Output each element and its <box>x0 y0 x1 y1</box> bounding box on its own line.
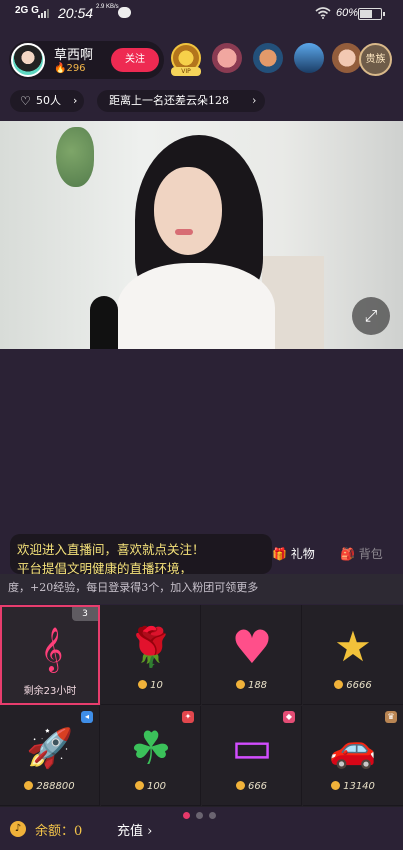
gift-price: 188 <box>202 680 301 691</box>
coin-icon: ♪ <box>10 821 26 837</box>
chevron-right-icon: › <box>73 94 78 107</box>
heart-icon: ♥ <box>231 620 273 674</box>
gift-price: 10 <box>101 680 200 691</box>
tab-bag[interactable]: 🎒 背包 <box>340 540 383 570</box>
gift-item[interactable]: 𝄞 3 剩余23小时 <box>0 605 100 705</box>
gift-price: 6666 <box>303 680 403 691</box>
battery-percent: 60% <box>336 7 359 19</box>
network-speed: 2.9 KB/s <box>96 4 119 10</box>
battery-icon <box>358 8 385 20</box>
microphone <box>90 296 118 349</box>
chevron-right-icon: › <box>252 94 257 107</box>
recharge-button[interactable]: 充值 › <box>117 820 152 839</box>
coin-icon <box>331 781 341 790</box>
host-name: 草西啊 <box>54 48 94 63</box>
special-badge-icon: ✦ <box>182 711 194 723</box>
coin-icon <box>134 781 144 790</box>
gift-item[interactable]: ◆ ▭ 666 <box>202 706 302 806</box>
wifi-icon <box>315 7 331 22</box>
vip-badge: VIP <box>171 67 201 76</box>
coin-icon <box>334 680 344 689</box>
tab-gift[interactable]: 🎁 礼物 <box>272 540 315 570</box>
host-card[interactable]: 草西啊 🔥296 关注 <box>9 41 164 79</box>
treble-clef-icon: 𝄞 <box>40 627 64 671</box>
gift-grid: 𝄞 3 剩余23小时 🌹 10 ♥ 188 ★ 6666 ◂ 🚀 288800 … <box>0 605 403 807</box>
rank-text: 距离上一名还差云朵128 <box>109 94 229 107</box>
super-star-icon: ★ <box>334 622 372 671</box>
chat-line: 平台提倡文明健康的直播环境， <box>17 561 193 574</box>
crown-badge-icon: ♛ <box>385 711 397 723</box>
diamond-badge-icon: ◆ <box>283 711 295 723</box>
flame-icon: 🔥 <box>54 63 67 74</box>
gift-icon: 🎁 <box>272 547 287 561</box>
status-bar: 2G G 20:54 2.9 KB/s 60% <box>0 0 403 28</box>
gift-item[interactable]: ★ 6666 <box>303 605 403 705</box>
host-avatar[interactable] <box>11 43 45 77</box>
follow-button[interactable]: 关注 <box>111 48 159 72</box>
streamer-lips <box>175 229 193 235</box>
live-video[interactable] <box>0 121 403 349</box>
rank-pill[interactable]: 距离上一名还差云朵128 › <box>97 90 265 112</box>
balance-bar: ♪ 余额：0 充值 › <box>0 808 403 850</box>
chat-message: 欢迎进入直播间，喜欢就点关注！ 平台提倡文明健康的直播环境， <box>10 534 272 574</box>
message-icon <box>118 7 131 18</box>
viewer-avatar[interactable] <box>253 43 283 73</box>
clover-icon: ☘ <box>130 721 172 775</box>
signal-icon <box>38 9 49 18</box>
viewer-avatar[interactable] <box>332 43 362 73</box>
gift-item[interactable]: ✦ ☘ 100 <box>101 706 201 806</box>
bag-icon: 🎒 <box>340 547 355 561</box>
likes-pill[interactable]: ♡ 50人 › <box>10 90 84 112</box>
coin-icon <box>24 781 34 790</box>
rose-icon: 🌹 <box>127 625 175 669</box>
coin-icon <box>138 680 148 689</box>
gift-notice: 度，+20经验，每日登录得3个，加入粉团可领更多 <box>0 574 403 604</box>
likes-count: 50人 <box>36 94 61 107</box>
gift-item[interactable]: ♛ 🚗 13140 <box>303 706 403 806</box>
gift-tabs: 🎁 礼物 🎒 背包 <box>272 540 403 570</box>
megaphone-icon: ◂ <box>81 711 93 723</box>
light-sign-icon: ▭ <box>231 722 273 773</box>
gift-price: 288800 <box>0 781 99 792</box>
gift-price: 100 <box>101 781 200 792</box>
coin-icon <box>235 680 245 689</box>
rocket-icon: 🚀 <box>26 726 74 770</box>
streamer-shirt <box>117 263 275 349</box>
viewer-avatar[interactable] <box>294 43 324 73</box>
gift-item[interactable]: 🌹 10 <box>101 605 201 705</box>
sports-car-icon: 🚗 <box>329 726 377 770</box>
gift-price: 剩余23小时 <box>23 686 77 697</box>
gift-item[interactable]: ♥ 188 <box>202 605 302 705</box>
fullscreen-icon[interactable]: ⤢ <box>352 297 390 335</box>
heart-icon: ♡ <box>20 94 31 108</box>
host-popularity: 🔥296 <box>54 63 86 74</box>
background-plant <box>56 127 94 187</box>
chat-line: 欢迎进入直播间，喜欢就点关注！ <box>17 542 205 557</box>
viewer-avatar[interactable] <box>212 43 242 73</box>
coin-icon <box>235 781 245 790</box>
gift-count-badge: 3 <box>72 607 98 621</box>
noble-button[interactable]: 贵族 <box>359 43 392 76</box>
balance-text: 余额：0 <box>35 824 83 839</box>
chevron-right-icon: › <box>147 824 153 839</box>
streamer-face <box>154 167 222 255</box>
network-indicator: 2G G <box>15 5 39 16</box>
gift-price: 666 <box>202 781 301 792</box>
gift-item[interactable]: ◂ 🚀 288800 <box>0 706 100 806</box>
clock: 20:54 <box>58 5 94 21</box>
gift-price: 13140 <box>303 781 403 792</box>
